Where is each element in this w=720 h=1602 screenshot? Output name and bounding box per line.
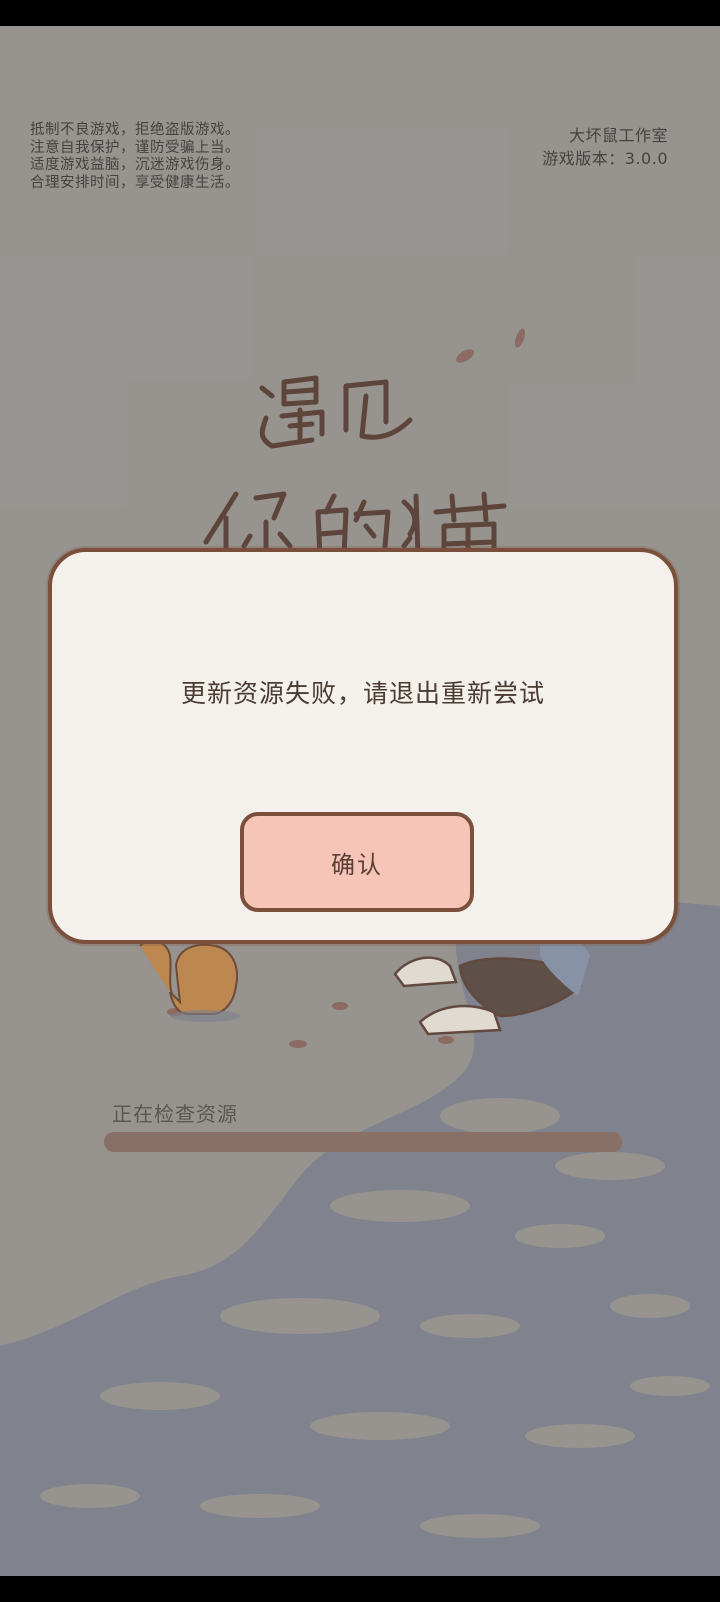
game-screen: 抵制不良游戏，拒绝盗版游戏。 注意自我保护，谨防受骗上当。 适度游戏益脑，沉迷游… — [0, 26, 720, 1576]
error-dialog: 更新资源失败，请退出重新尝试 确认 — [48, 548, 678, 944]
navigation-bar — [0, 1576, 720, 1602]
dialog-message: 更新资源失败，请退出重新尝试 — [180, 679, 545, 708]
status-bar — [0, 0, 720, 26]
confirm-button[interactable]: 确认 — [240, 812, 474, 912]
